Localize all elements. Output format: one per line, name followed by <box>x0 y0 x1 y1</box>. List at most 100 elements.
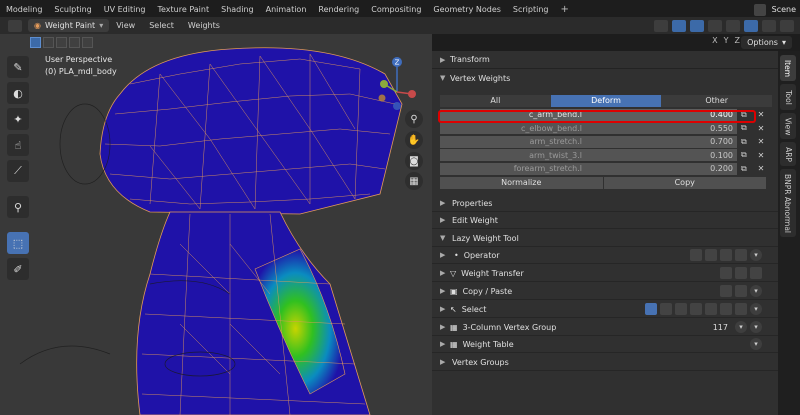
mode-selector[interactable]: ◉ Weight Paint ▾ <box>28 19 110 32</box>
axis-y-toggle[interactable]: Y <box>724 36 729 45</box>
chevron-down-icon[interactable]: ▾ <box>750 249 762 261</box>
add-workspace-button[interactable]: + <box>554 4 574 15</box>
select-section[interactable]: ▶ ↖ Select ▾ <box>432 301 778 318</box>
camera-icon[interactable]: ◙ <box>405 152 423 170</box>
average-brush-icon[interactable]: ✦ <box>7 108 29 130</box>
weight-field-c-elbow-bend[interactable]: c_elbow_bend.l 0.550 <box>440 122 737 134</box>
select-tool-icon[interactable] <box>720 303 732 315</box>
options-dropdown[interactable]: Options ▾ <box>741 36 792 49</box>
delete-weight-icon[interactable]: ✕ <box>755 151 767 160</box>
normalize-button[interactable]: Normalize <box>440 177 603 189</box>
delete-weight-icon[interactable]: ✕ <box>755 164 767 173</box>
visibility-icon[interactable] <box>654 19 668 32</box>
menu-view[interactable]: View <box>109 21 142 30</box>
axis-z-toggle[interactable]: Z <box>735 36 740 45</box>
blur-brush-icon[interactable]: ◐ <box>7 82 29 104</box>
transform-section[interactable]: ▶ Transform <box>432 51 778 69</box>
face-select-icon[interactable] <box>43 37 54 48</box>
mask-select-icon[interactable] <box>69 37 80 48</box>
scene-icon[interactable] <box>753 3 766 16</box>
delete-weight-icon[interactable]: ✕ <box>755 124 767 133</box>
delete-weight-icon[interactable]: ✕ <box>755 137 767 146</box>
rendered-shading-icon[interactable] <box>780 19 794 32</box>
three-column-vertex-group-section[interactable]: ▶ ▦ 3-Column Vertex Group 117 ▾ ▾ <box>432 319 778 336</box>
sample-weight-icon[interactable]: ⚲ <box>7 196 29 218</box>
sidebar-tab-item[interactable]: Item <box>780 55 796 81</box>
weight-field-arm-twist[interactable]: arm_twist_3.l 0.100 <box>440 149 737 161</box>
paste-icon[interactable] <box>735 285 747 297</box>
pan-hand-icon[interactable]: ✋ <box>405 131 423 149</box>
copy-weight-icon[interactable]: ⧉ <box>741 123 753 133</box>
properties-section[interactable]: ▶ Properties <box>432 195 778 212</box>
wrench-icon[interactable] <box>735 267 747 279</box>
vertex-group-count[interactable]: 117 <box>713 323 728 332</box>
plus-icon[interactable] <box>660 303 672 315</box>
sidebar-tab-view[interactable]: View <box>780 113 796 139</box>
copy-weight-icon[interactable]: ⧉ <box>741 150 753 160</box>
copy-weight-icon[interactable]: ⧉ <box>741 164 753 174</box>
selection-mode-group <box>30 37 93 48</box>
tab-other[interactable]: Other <box>661 95 773 107</box>
zoom-icon[interactable]: ⚲ <box>405 110 423 128</box>
weight-table-section[interactable]: ▶ ▦ Weight Table ▾ <box>432 336 778 353</box>
edge-select-icon[interactable] <box>56 37 67 48</box>
operator-section[interactable]: ▶ • Operator ▾ <box>432 247 778 264</box>
edit-weight-section[interactable]: ▶ Edit Weight <box>432 212 778 229</box>
scene-name[interactable]: Scene <box>772 5 796 14</box>
operator-tool-icon[interactable] <box>735 249 747 261</box>
chevron-down-icon[interactable]: ▾ <box>750 285 762 297</box>
select-tool-icon[interactable] <box>705 303 717 315</box>
weight-field-arm-stretch[interactable]: arm_stretch.l 0.700 <box>440 135 737 148</box>
sidebar-tab-arp[interactable]: ARP <box>780 142 796 166</box>
solid-shading-icon[interactable] <box>744 19 758 32</box>
smear-brush-icon[interactable]: ☝ <box>7 134 29 156</box>
sidebar-tab-tool[interactable]: Tool <box>780 84 796 110</box>
copy-icon[interactable] <box>720 285 732 297</box>
transfer-tool-icon[interactable] <box>750 267 762 279</box>
operator-tool-icon[interactable] <box>705 249 717 261</box>
select-tool-icon[interactable] <box>690 303 702 315</box>
xray-icon[interactable] <box>708 19 722 32</box>
operator-tool-icon[interactable] <box>720 249 732 261</box>
sidebar-tab-bnpr-abnormal[interactable]: BNPR Abnormal <box>780 169 796 237</box>
chevron-down-icon[interactable]: ▾ <box>750 338 762 350</box>
draw-brush-icon[interactable]: ✎ <box>7 56 29 78</box>
tab-deform[interactable]: Deform <box>550 95 662 107</box>
mirror-axes: X Y Z <box>712 36 740 45</box>
weight-transfer-section[interactable]: ▶ ▽ Weight Transfer <box>432 265 778 282</box>
select-tool-icon[interactable] <box>735 303 747 315</box>
menu-select[interactable]: Select <box>142 21 181 30</box>
menu-weights[interactable]: Weights <box>181 21 227 30</box>
delete-weight-icon[interactable]: ✕ <box>755 110 767 119</box>
material-shading-icon[interactable] <box>762 19 776 32</box>
tab-all[interactable]: All <box>440 95 551 107</box>
mesh-canvas[interactable] <box>0 34 432 415</box>
weight-field-forearm-stretch[interactable]: forearm_stretch.l 0.200 <box>440 162 737 175</box>
copy-weight-icon[interactable]: ⧉ <box>741 137 753 147</box>
vertex-groups-section[interactable]: ▶ Vertex Groups <box>432 354 778 371</box>
select-mode-icon[interactable] <box>645 303 657 315</box>
3d-viewport[interactable]: User Perspective (0) PLA_mdl_body <box>0 34 432 415</box>
operator-tool-icon[interactable] <box>690 249 702 261</box>
bone-select-icon[interactable] <box>82 37 93 48</box>
vertex-weights-section[interactable]: ▼ Vertex Weights <box>432 69 778 87</box>
minus-icon[interactable] <box>675 303 687 315</box>
lazy-weight-tool-section[interactable]: ▼ Lazy Weight Tool <box>432 230 778 247</box>
select-box-icon[interactable]: ⬚ <box>7 232 29 254</box>
perspective-grid-icon[interactable]: ▦ <box>405 172 423 190</box>
copy-paste-section[interactable]: ▶ ▣ Copy / Paste ▾ <box>432 283 778 300</box>
overlay-toggle-icon[interactable] <box>690 19 704 32</box>
chevron-down-icon[interactable]: ▾ <box>750 321 762 333</box>
annotate-icon[interactable]: ✐ <box>7 258 29 280</box>
vertex-select-icon[interactable] <box>30 37 41 48</box>
transfer-tool-icon[interactable] <box>720 267 732 279</box>
gradient-tool-icon[interactable]: ⟋ <box>7 160 29 182</box>
copy-button[interactable]: Copy <box>603 177 766 189</box>
chevron-down-icon[interactable]: ▾ <box>735 321 747 333</box>
wireframe-shading-icon[interactable] <box>726 19 740 32</box>
axis-x-toggle[interactable]: X <box>712 36 717 45</box>
editor-type-icon[interactable] <box>8 19 22 32</box>
clipboard-icon: ▣ <box>450 286 458 296</box>
chevron-down-icon[interactable]: ▾ <box>750 303 762 315</box>
gizmo-toggle-icon[interactable] <box>672 19 686 32</box>
